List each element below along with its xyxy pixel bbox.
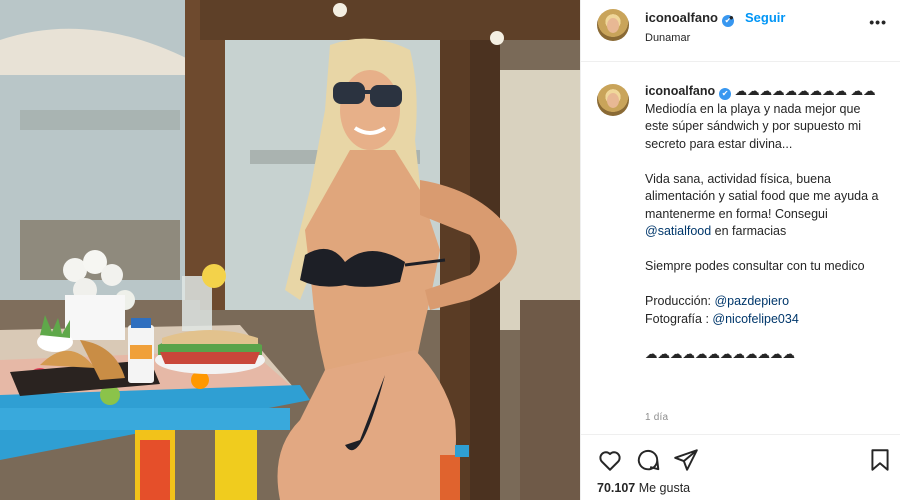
beach-bar-photo [0, 0, 580, 500]
post-time[interactable]: 1 día [645, 412, 668, 423]
location-link[interactable]: Dunamar [645, 32, 690, 44]
emoji-run: ☁☁☁☁☁☁☁☁☁ [734, 84, 848, 98]
author-username[interactable]: iconoalfano ✔ [645, 10, 734, 27]
caption-line-1: Mediodía en la playa y nada mejor que es… [645, 101, 862, 151]
share-icon[interactable] [673, 447, 699, 473]
caption-area: iconoalfano ✔ ☁☁☁☁☁☁☁☁☁ ☁☁ Mediodía en la … [581, 62, 900, 434]
likes-count[interactable]: 70.107 Me gusta [597, 481, 690, 495]
caption-text: iconoalfano ✔ ☁☁☁☁☁☁☁☁☁ ☁☁ Mediodía en la … [645, 83, 885, 363]
caption-username[interactable]: iconoalfano [645, 84, 715, 98]
production-label: Producción: [645, 294, 715, 308]
comment-icon[interactable] [635, 447, 661, 473]
caption-para-2: Vida sana, actividad física, buena alime… [645, 171, 879, 221]
caption-para-2b-prefix: Consegui [774, 206, 828, 221]
mention-nicofelipe034[interactable]: @nicofelipe034 [712, 312, 798, 326]
verified-badge-icon: ✔ [719, 88, 732, 100]
author-username-text[interactable]: iconoalfano [645, 10, 718, 25]
action-bar: 70.107 Me gusta [581, 434, 900, 500]
separator-dot: • [729, 10, 734, 25]
caption-para-2b-suffix: en farmacias [711, 224, 787, 238]
caption-avatar[interactable] [597, 84, 629, 116]
emoji-run-2: ☁☁ [850, 84, 876, 98]
mention-pazdepiero[interactable]: @pazdepiero [714, 294, 789, 308]
follow-button[interactable]: Seguir [745, 10, 785, 25]
likes-label: Me gusta [635, 481, 691, 495]
mention-satialfood[interactable]: @satialfood [645, 224, 711, 238]
photography-label: Fotografía : [645, 311, 713, 326]
post-side-panel: iconoalfano ✔ • Seguir Dunamar ••• iconoa… [580, 0, 900, 500]
likes-number[interactable]: 70.107 [597, 481, 635, 495]
avatar[interactable] [597, 9, 629, 41]
caption-para-3: Siempre podes consultar con tu medico [645, 259, 865, 273]
post-photo[interactable] [0, 0, 580, 500]
post-header: iconoalfano ✔ • Seguir Dunamar ••• [581, 0, 900, 62]
heart-icon[interactable] [597, 447, 623, 473]
bookmark-icon[interactable] [867, 447, 893, 473]
more-options-icon[interactable]: ••• [869, 14, 887, 30]
emoji-run-3: ☁☁☁☁☁☁☁☁☁☁☁☁ [645, 346, 795, 361]
